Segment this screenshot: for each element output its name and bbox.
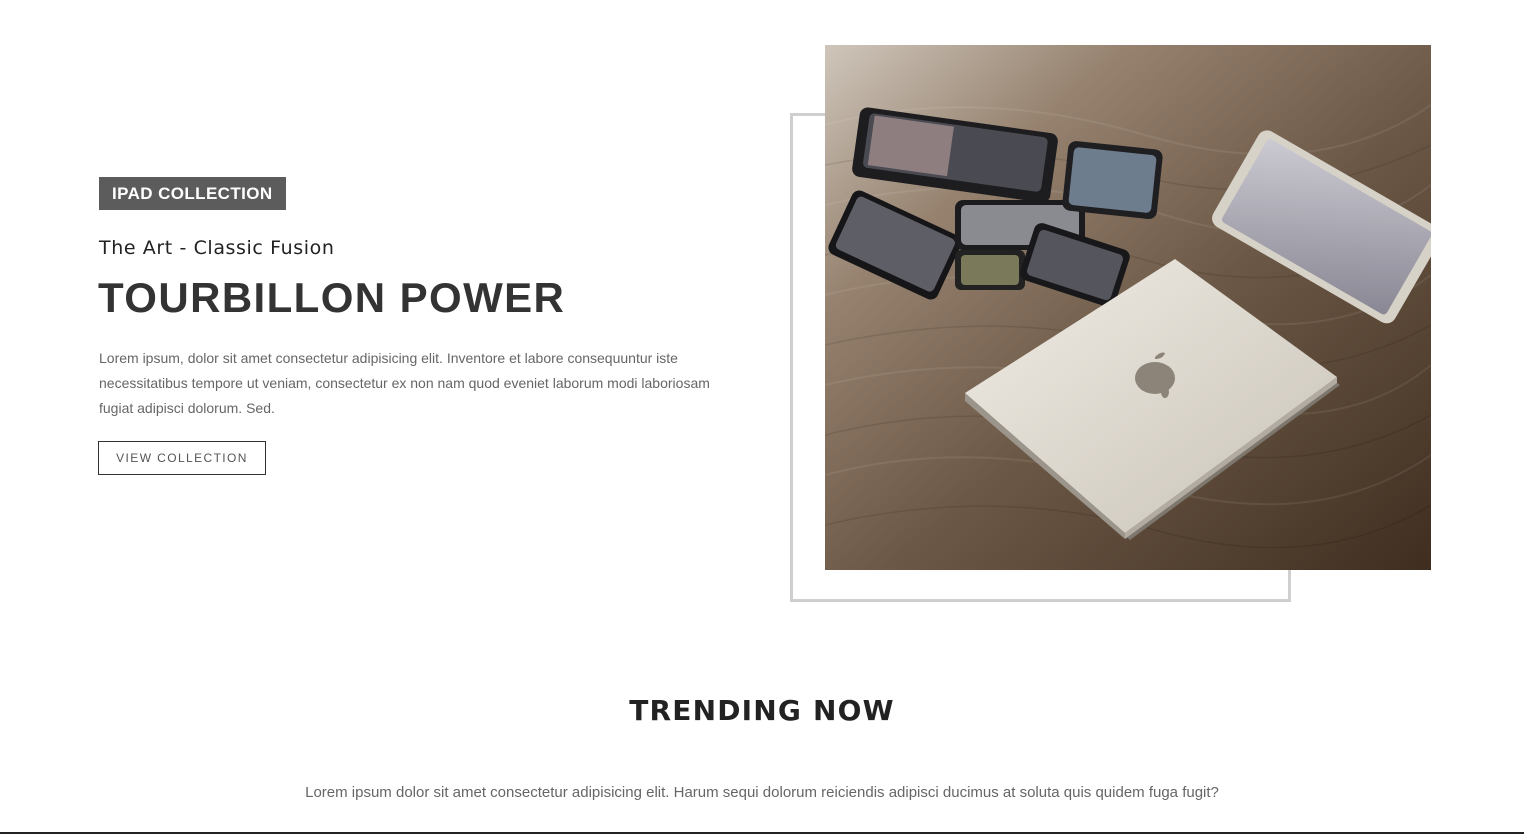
hero-headline: TOURBILLON POWER — [98, 274, 566, 321]
trending-description: Lorem ipsum dolor sit amet consectetur a… — [305, 784, 1219, 801]
hero-product-image — [825, 45, 1431, 570]
section-divider — [0, 832, 1524, 834]
trending-title: TRENDING NOW — [629, 694, 895, 727]
hero-subtitle: The Art - Classic Fusion — [99, 237, 335, 259]
hero-description: Lorem ipsum, dolor sit amet consectetur … — [99, 350, 710, 416]
view-collection-button[interactable]: VIEW COLLECTION — [98, 441, 266, 475]
collection-badge: IPAD COLLECTION — [99, 177, 286, 210]
page: IPAD COLLECTION The Art - Classic Fusion… — [0, 0, 1524, 835]
